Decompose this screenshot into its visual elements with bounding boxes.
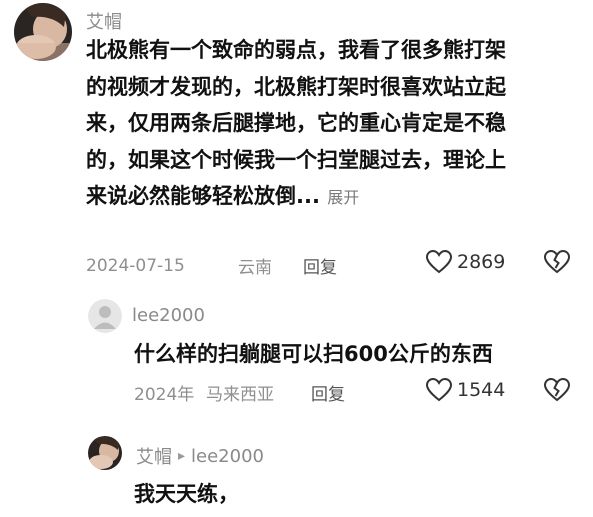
reply-arrow-icon: ▸ (178, 448, 186, 464)
reply-username[interactable]: lee2000 (132, 305, 205, 326)
dislike-button[interactable] (544, 378, 570, 402)
like-button[interactable]: 2869 (426, 250, 505, 274)
avatar[interactable] (88, 436, 122, 470)
avatar[interactable] (14, 3, 72, 61)
reply-location: 马来西亚 (206, 385, 274, 405)
comment-text-line: 来，仅用两条后腿撑地，它的重心肯定是不稳 (86, 111, 506, 135)
comment-meta: 2024-07-15 云南 回复 (86, 253, 337, 279)
like-button[interactable]: 1544 (426, 378, 505, 402)
comment-text-tail: 来说必然能够轻松放倒... (86, 184, 320, 208)
reply-date: 2024年 (134, 385, 195, 405)
comment-text-line: 来说必然能够轻松放倒... 展开 (86, 178, 576, 217)
like-count: 2869 (457, 251, 506, 273)
reply-username[interactable]: 艾帽 (136, 443, 172, 469)
comment-text: 北极熊有一个致命的弱点，我看了很多熊打架 的视频才发现的，北极熊打架时很喜欢站立… (86, 32, 576, 217)
reply-text: 我天天练， (134, 482, 239, 506)
like-count: 1544 (457, 379, 506, 401)
reply-text: 什么样的扫躺腿可以扫600公斤的东西 (134, 342, 493, 366)
broken-heart-outline-icon (544, 250, 570, 274)
comment-username[interactable]: 艾帽 (86, 8, 122, 34)
reply-button[interactable]: 回复 (311, 380, 345, 405)
comment-text-line: 的视频才发现的，北极熊打架时很喜欢站立起 (86, 74, 506, 99)
heart-outline-icon (426, 378, 452, 402)
comment-location: 云南 (238, 258, 272, 278)
avatar[interactable] (88, 299, 122, 333)
reply-to-username[interactable]: lee2000 (191, 446, 264, 467)
comment-text-line: 北极熊有一个致命的弱点，我看了很多熊打架 (86, 38, 506, 62)
comment-text-line: 的，如果这个时候我一个扫堂腿过去，理论上 (86, 147, 506, 172)
broken-heart-outline-icon (544, 378, 570, 402)
reply-button[interactable]: 回复 (303, 253, 337, 278)
dislike-button[interactable] (544, 250, 570, 274)
expand-link[interactable]: 展开 (327, 188, 359, 207)
reply-meta: 2024年 马来西亚 回复 (134, 380, 345, 405)
reply-header: 艾帽 ▸ lee2000 (136, 443, 264, 469)
comment-date: 2024-07-15 (86, 255, 185, 276)
heart-outline-icon (426, 250, 452, 274)
